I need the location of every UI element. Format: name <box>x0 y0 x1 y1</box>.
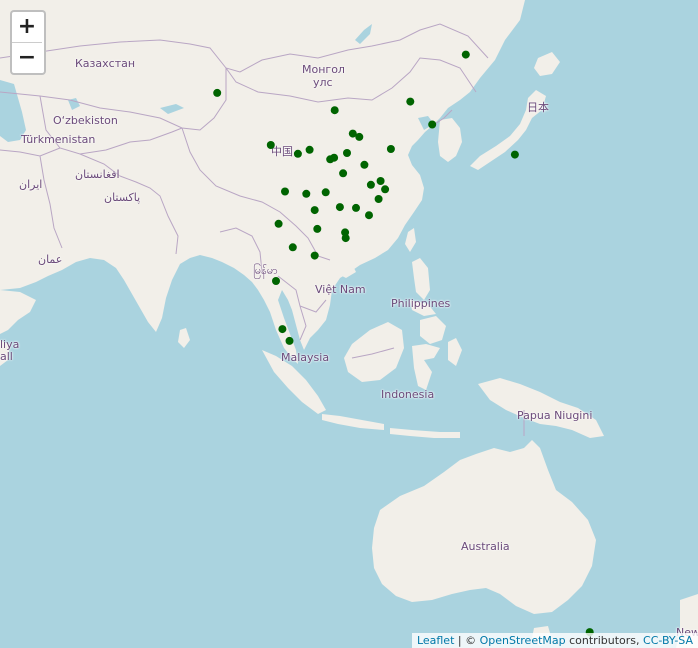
map-marker[interactable] <box>352 203 360 212</box>
map-marker[interactable] <box>321 188 330 197</box>
map-marker[interactable] <box>288 243 297 252</box>
zoom-in-button[interactable]: + <box>12 12 42 42</box>
osm-link[interactable]: OpenStreetMap <box>480 634 566 647</box>
map-marker[interactable] <box>381 185 390 194</box>
map-marker[interactable] <box>343 149 351 157</box>
map-marker[interactable] <box>330 106 339 115</box>
map-marker[interactable] <box>272 277 280 285</box>
map-marker[interactable] <box>365 211 373 220</box>
map-marker[interactable] <box>305 145 314 154</box>
map-marker[interactable] <box>341 234 350 243</box>
map-marker[interactable] <box>326 155 335 164</box>
map-marker[interactable] <box>428 120 437 129</box>
zoom-control: + − <box>10 10 46 75</box>
map-marker[interactable] <box>293 149 302 158</box>
map-marker[interactable] <box>310 206 319 215</box>
map-marker[interactable] <box>339 169 348 178</box>
map-marker[interactable] <box>281 187 289 196</box>
map-marker[interactable] <box>366 180 375 189</box>
attribution-contributors: contributors, <box>565 634 644 647</box>
map-marker[interactable] <box>386 145 395 153</box>
map-marker[interactable] <box>302 189 311 198</box>
leaflet-link[interactable]: Leaflet <box>417 634 454 647</box>
map-container[interactable]: Казахстан Монгол улс O‘zbekiston Türkmen… <box>0 0 698 648</box>
map-marker[interactable] <box>376 177 385 185</box>
map-marker[interactable] <box>213 88 222 97</box>
map-marker[interactable] <box>461 50 470 59</box>
map-marker[interactable] <box>510 150 519 159</box>
attribution-sep: | © <box>454 634 480 647</box>
marker-layer <box>213 50 594 637</box>
map-marker[interactable] <box>274 219 283 228</box>
map-marker[interactable] <box>278 325 287 334</box>
map-marker[interactable] <box>355 132 364 141</box>
map-marker[interactable] <box>313 224 322 233</box>
map-marker[interactable] <box>335 203 344 212</box>
zoom-out-button[interactable]: − <box>12 42 42 73</box>
map-marker[interactable] <box>266 141 275 149</box>
map-marker[interactable] <box>285 336 294 345</box>
license-link[interactable]: CC-BY-SA <box>643 634 693 647</box>
map-marker[interactable] <box>374 195 383 203</box>
map-marker[interactable] <box>310 251 319 260</box>
map-marker[interactable] <box>360 160 369 169</box>
attribution: Leaflet | © OpenStreetMap contributors, … <box>411 633 698 648</box>
map-marker[interactable] <box>406 97 415 106</box>
